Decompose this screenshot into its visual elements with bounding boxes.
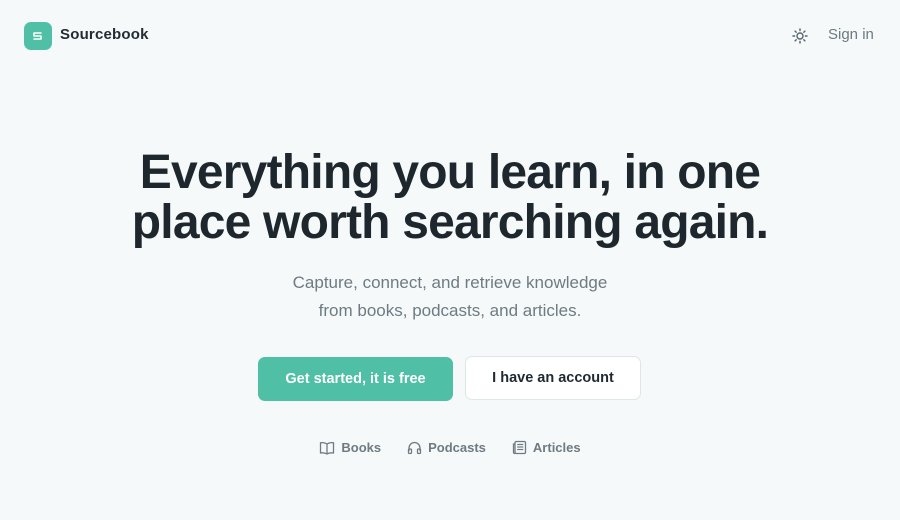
newspaper-icon (512, 440, 527, 455)
hero-title-line-2: place worth searching again. (131, 196, 769, 249)
site-header: Sourcebook Sign in (0, 0, 900, 72)
hero-subtitle-line-2: from books, podcasts, and articles. (318, 301, 582, 320)
headphones-icon (407, 441, 422, 455)
have-account-button[interactable]: I have an account (465, 356, 641, 400)
brand-name[interactable]: Sourcebook (60, 26, 149, 43)
source-books: Books (319, 440, 381, 455)
source-types: Books Podcasts Articles (0, 440, 900, 455)
book-open-icon (320, 441, 335, 455)
hero-subtitle: Capture, connect, and retrieve knowledge… (0, 269, 900, 325)
sun-icon (792, 28, 808, 44)
hero-subtitle-line-1: Capture, connect, and retrieve knowledge (292, 273, 608, 292)
source-label: Podcasts (428, 440, 486, 455)
source-podcasts: Podcasts (407, 440, 486, 455)
sourcebook-logo-icon[interactable] (24, 22, 52, 50)
source-label: Books (341, 440, 382, 455)
hero-title: Everything you learn, in one place worth… (0, 148, 900, 248)
sign-in-link[interactable]: Sign in (828, 26, 874, 43)
source-label: Articles (532, 440, 581, 455)
get-started-button[interactable]: Get started, it is free (258, 357, 453, 401)
hero-title-line-1: Everything you learn, in one (139, 146, 761, 199)
logo-glyph (33, 32, 42, 40)
source-articles: Articles (512, 440, 581, 455)
theme-toggle-button[interactable] (790, 26, 810, 46)
